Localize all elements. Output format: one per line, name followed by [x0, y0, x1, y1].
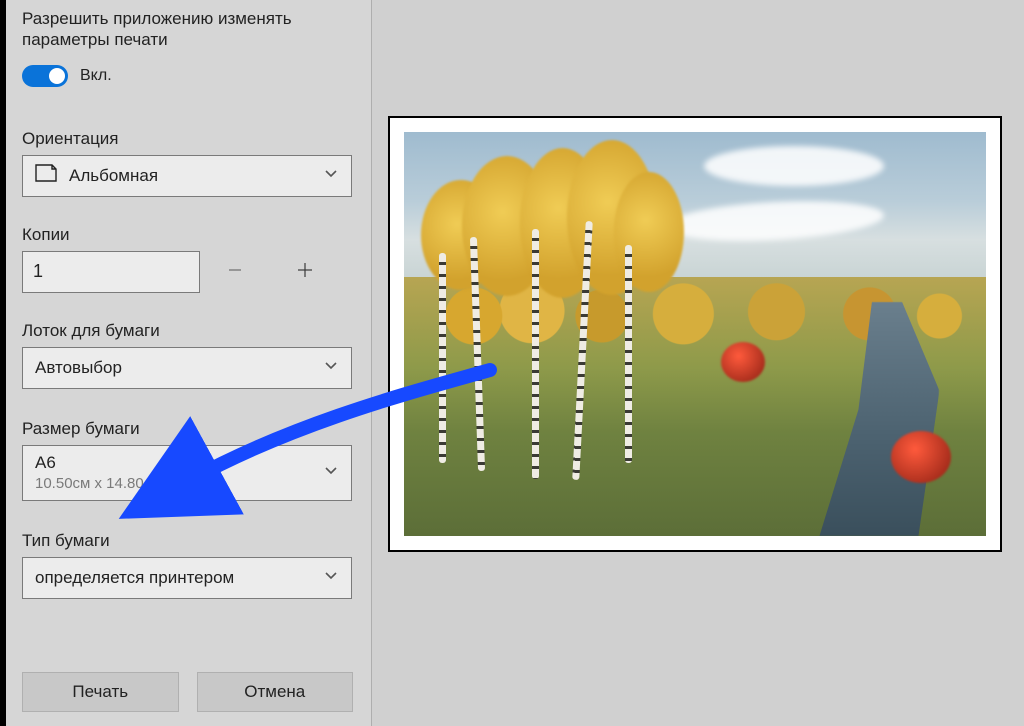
cancel-button[interactable]: Отмена [197, 672, 354, 712]
paper-size-dimensions: 10.50см x 14.80см [35, 475, 162, 492]
chevron-down-icon [323, 462, 339, 483]
preview-image [404, 132, 986, 536]
orientation-value: Альбомная [69, 166, 158, 186]
chevron-down-icon [323, 165, 339, 186]
allow-app-state: Вкл. [80, 67, 112, 85]
tray-label: Лоток для бумаги [22, 321, 353, 341]
copies-section: Копии [22, 225, 353, 293]
paper-type-value: определяется принтером [35, 568, 234, 588]
chevron-down-icon [323, 567, 339, 588]
minus-icon [225, 260, 245, 283]
tray-value: Автовыбор [35, 358, 122, 378]
print-preview-area [372, 0, 1024, 726]
copies-input[interactable] [22, 251, 200, 293]
paper-size-section: Размер бумаги A6 10.50см x 14.80см [22, 419, 353, 501]
print-settings-panel: Разрешить приложению изменять параметры … [0, 0, 372, 726]
tray-select[interactable]: Автовыбор [22, 347, 352, 389]
dialog-footer: Печать Отмена [22, 642, 353, 726]
orientation-select[interactable]: Альбомная [22, 155, 352, 197]
landscape-page-icon [35, 164, 57, 187]
allow-app-title: Разрешить приложению изменять параметры … [22, 8, 353, 51]
copies-label: Копии [22, 225, 353, 245]
tray-section: Лоток для бумаги Автовыбор [22, 321, 353, 389]
paper-type-label: Тип бумаги [22, 531, 353, 551]
allow-app-toggle[interactable] [22, 65, 68, 87]
paper-type-section: Тип бумаги определяется принтером [22, 531, 353, 599]
paper-size-select[interactable]: A6 10.50см x 14.80см [22, 445, 352, 501]
orientation-label: Ориентация [22, 129, 353, 149]
paper-size-label: Размер бумаги [22, 419, 353, 439]
allow-app-section: Разрешить приложению изменять параметры … [22, 8, 353, 87]
preview-page [388, 116, 1002, 552]
print-button[interactable]: Печать [22, 672, 179, 712]
orientation-section: Ориентация Альбомная [22, 129, 353, 197]
plus-icon [294, 259, 316, 284]
copies-decrement-button[interactable] [200, 251, 270, 293]
paper-size-value: A6 [35, 453, 162, 473]
copies-increment-button[interactable] [270, 251, 340, 293]
chevron-down-icon [323, 357, 339, 378]
paper-type-select[interactable]: определяется принтером [22, 557, 352, 599]
